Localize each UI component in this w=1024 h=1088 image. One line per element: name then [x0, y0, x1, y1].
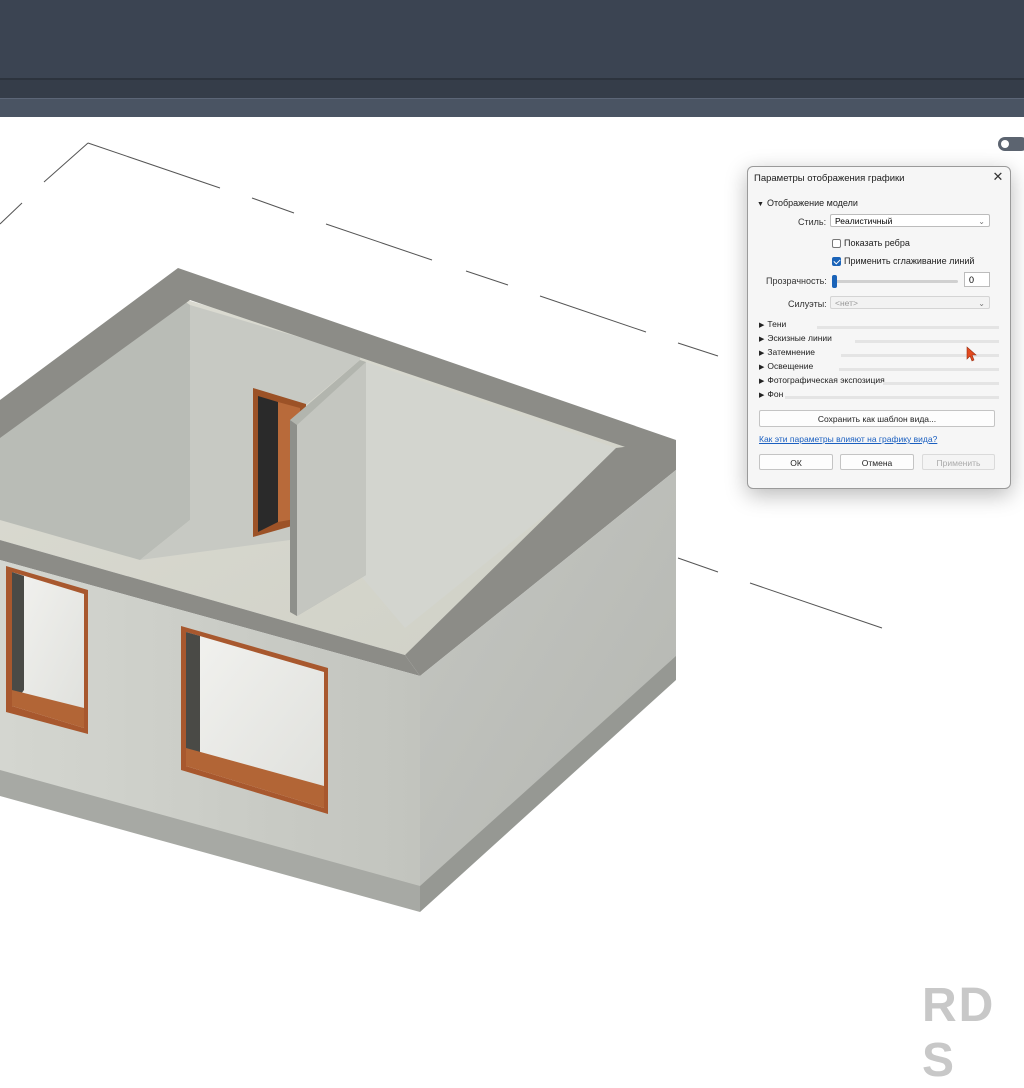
- section-label: Освещение: [767, 361, 814, 371]
- section-shadows[interactable]: ▶ Тени: [759, 318, 999, 331]
- expand-triangle-icon: ▶: [759, 378, 765, 385]
- expand-triangle-icon: ▶: [759, 392, 765, 399]
- checkbox-icon: [832, 239, 841, 248]
- section-sketchy-lines[interactable]: ▶ Эскизные линии: [759, 332, 999, 345]
- watermark-logo: RD S: [922, 979, 996, 1087]
- section-label: Фотографическая экспозиция: [767, 375, 885, 385]
- expand-triangle-icon: ▶: [759, 364, 765, 371]
- section-label: Эскизные линии: [767, 333, 832, 343]
- antialias-label: Применить сглаживание линий: [844, 256, 975, 266]
- collapse-triangle-icon: ▼: [757, 201, 764, 208]
- style-select[interactable]: Реалистичный ⌄: [830, 214, 990, 227]
- dropdown-caret-icon: ⌄: [978, 299, 985, 308]
- ok-button[interactable]: ОК: [759, 454, 833, 470]
- transparency-slider-track[interactable]: [834, 280, 958, 283]
- section-model-display[interactable]: ▼ Отображение модели: [757, 198, 858, 208]
- expand-triangle-icon: ▶: [759, 350, 765, 357]
- show-edges-label: Показать ребра: [844, 238, 910, 248]
- expand-triangle-icon: ▶: [759, 336, 765, 343]
- checkbox-checked-icon: [832, 257, 841, 266]
- section-depth-cueing[interactable]: ▶ Затемнение: [759, 346, 999, 359]
- help-link[interactable]: Как эти параметры влияют на графику вида…: [759, 434, 937, 444]
- close-icon[interactable]: ✕: [990, 169, 1006, 185]
- section-photographic-exposure[interactable]: ▶ Фотографическая экспозиция: [759, 374, 999, 387]
- toggle-icon[interactable]: [998, 137, 1024, 151]
- dialog-title: Параметры отображения графики: [754, 173, 905, 184]
- dropdown-caret-icon: ⌄: [978, 217, 985, 226]
- silhouettes-select[interactable]: <нет> ⌄: [830, 296, 990, 309]
- apply-button[interactable]: Применить: [922, 454, 995, 470]
- transparency-label: Прозрачность:: [766, 276, 827, 286]
- 3d-model-scene[interactable]: [0, 0, 1024, 1024]
- section-label: Фон: [767, 389, 784, 399]
- antialias-checkbox[interactable]: Применить сглаживание линий: [832, 256, 974, 266]
- silhouettes-select-value: <нет>: [835, 298, 858, 308]
- style-label: Стиль:: [798, 217, 827, 227]
- show-edges-checkbox[interactable]: Показать ребра: [832, 238, 910, 248]
- section-lighting[interactable]: ▶ Освещение: [759, 360, 999, 373]
- transparency-value-input[interactable]: 0: [964, 272, 990, 287]
- window-left: [6, 566, 88, 734]
- section-background[interactable]: ▶ Фон: [759, 388, 999, 401]
- transparency-slider-thumb[interactable]: [832, 275, 837, 288]
- style-select-value: Реалистичный: [835, 216, 893, 226]
- section-label: Тени: [767, 319, 787, 329]
- section-model-display-label: Отображение модели: [766, 198, 858, 208]
- cancel-button[interactable]: Отмена: [840, 454, 914, 470]
- save-as-view-template-button[interactable]: Сохранить как шаблон вида...: [759, 410, 995, 427]
- silhouettes-label: Силуэты:: [788, 299, 827, 309]
- expand-triangle-icon: ▶: [759, 322, 765, 329]
- section-label: Затемнение: [767, 347, 816, 357]
- mouse-cursor-icon: [966, 346, 977, 362]
